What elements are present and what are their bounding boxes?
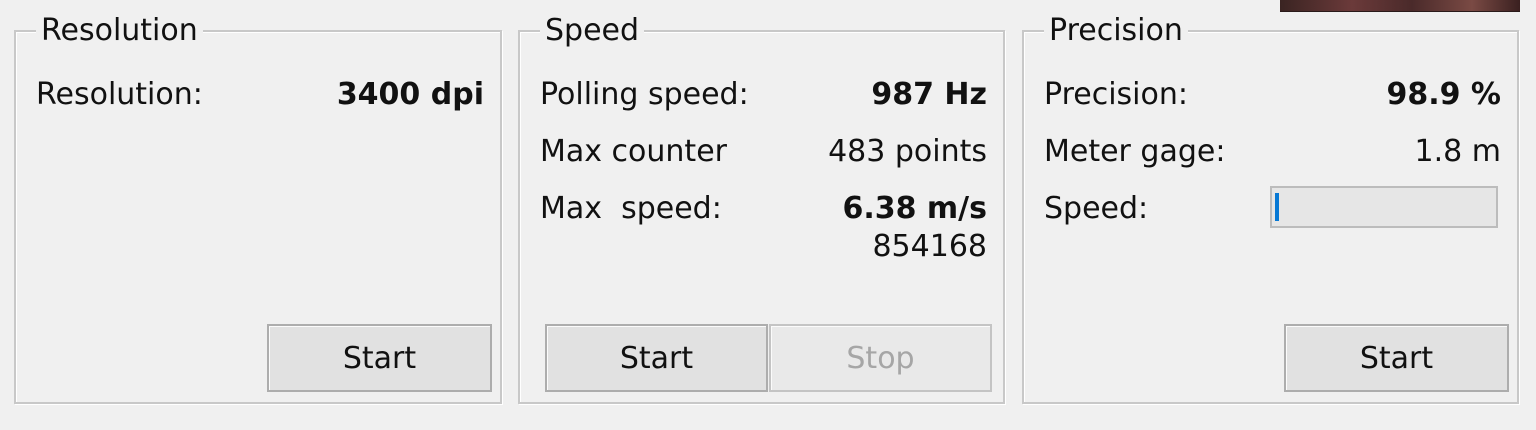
precision-row: Precision: 98.9 % — [1044, 75, 1501, 115]
max-speed-value: 6.38 m/s — [842, 191, 987, 226]
precision-label: Precision: — [1044, 77, 1188, 112]
precision-start-button[interactable]: Start — [1284, 324, 1509, 392]
polling-speed-value: 987 Hz — [871, 77, 987, 112]
meter-gage-row: Meter gage: 1.8 m — [1044, 132, 1501, 172]
meter-gage-value: 1.8 m — [1414, 134, 1501, 169]
resolution-value: 3400 dpi — [336, 77, 484, 112]
speed-progress-fill — [1275, 193, 1280, 221]
speed-stop-button[interactable]: Stop — [769, 324, 992, 392]
precision-value: 98.9 % — [1386, 77, 1501, 112]
polling-speed-label: Polling speed: — [540, 77, 749, 112]
max-speed-raw-row: 854168 — [540, 227, 987, 267]
max-speed-row: Max speed: 6.38 m/s — [540, 189, 987, 229]
speed-group-title: Speed — [540, 14, 645, 48]
max-speed-label: Max speed: — [540, 191, 722, 226]
corner-image — [1280, 0, 1520, 12]
precision-group-title: Precision — [1044, 14, 1188, 48]
speed-start-button[interactable]: Start — [545, 324, 768, 392]
resolution-start-button[interactable]: Start — [267, 324, 492, 392]
resolution-groupbox: Resolution Resolution: 3400 dpi Start — [14, 14, 502, 404]
max-counter-label: Max counter — [540, 134, 727, 169]
speed-groupbox: Speed Polling speed: 987 Hz Max counter … — [518, 14, 1005, 404]
max-counter-row: Max counter 483 points — [540, 132, 987, 172]
polling-speed-row: Polling speed: 987 Hz — [540, 75, 987, 115]
max-counter-value: 483 points — [828, 134, 987, 169]
max-speed-raw-value: 854168 — [872, 229, 987, 264]
speed-progress-bar — [1270, 186, 1498, 228]
resolution-row: Resolution: 3400 dpi — [36, 75, 484, 115]
precision-speed-label: Speed: — [1044, 191, 1149, 226]
resolution-group-title: Resolution — [36, 14, 203, 48]
resolution-label: Resolution: — [36, 77, 203, 112]
meter-gage-label: Meter gage: — [1044, 134, 1226, 169]
